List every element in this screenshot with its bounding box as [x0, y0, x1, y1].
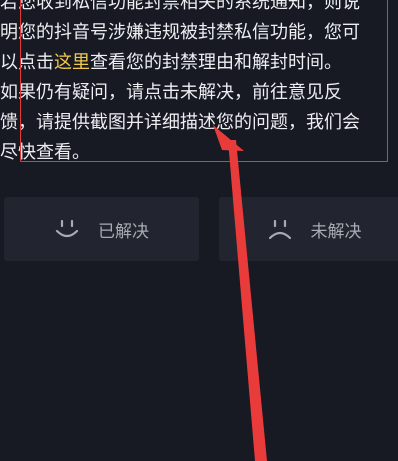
help-article-text: 若您收到私信功能封禁相关的系统通知，则说 明您的抖音号涉嫌违规被封禁私信功能，您… — [0, 0, 398, 168]
arrow-shaft — [228, 140, 267, 461]
article-line: 如果仍有疑问，请点击未解决，前往意见反 — [0, 82, 342, 103]
here-link[interactable]: 这里 — [54, 52, 90, 73]
article-line: 明您的抖音号涉嫌违规被封禁私信功能，您可 — [0, 22, 360, 43]
unresolved-label: 未解决 — [310, 221, 362, 242]
resolved-label: 已解决 — [98, 221, 149, 242]
article-line-text: 以点击 — [0, 52, 54, 73]
unresolved-button[interactable]: 未解决 — [219, 197, 398, 261]
article-line-text: 查看您的封禁理由和解封时间。 — [90, 52, 342, 73]
smile-icon — [54, 216, 80, 242]
resolved-button[interactable]: 已解决 — [4, 197, 199, 261]
frown-icon — [267, 216, 293, 242]
article-line: 若您收到私信功能封禁相关的系统通知，则说 — [0, 0, 360, 13]
feedback-row: 已解决 未解决 — [0, 197, 398, 261]
article-line: 馈，请提供截图并详细描述您的问题，我们会 — [0, 112, 360, 133]
article-line: 以点击这里查看您的封禁理由和解封时间。 — [0, 48, 398, 78]
article-line: 尽快查看。 — [0, 142, 90, 163]
